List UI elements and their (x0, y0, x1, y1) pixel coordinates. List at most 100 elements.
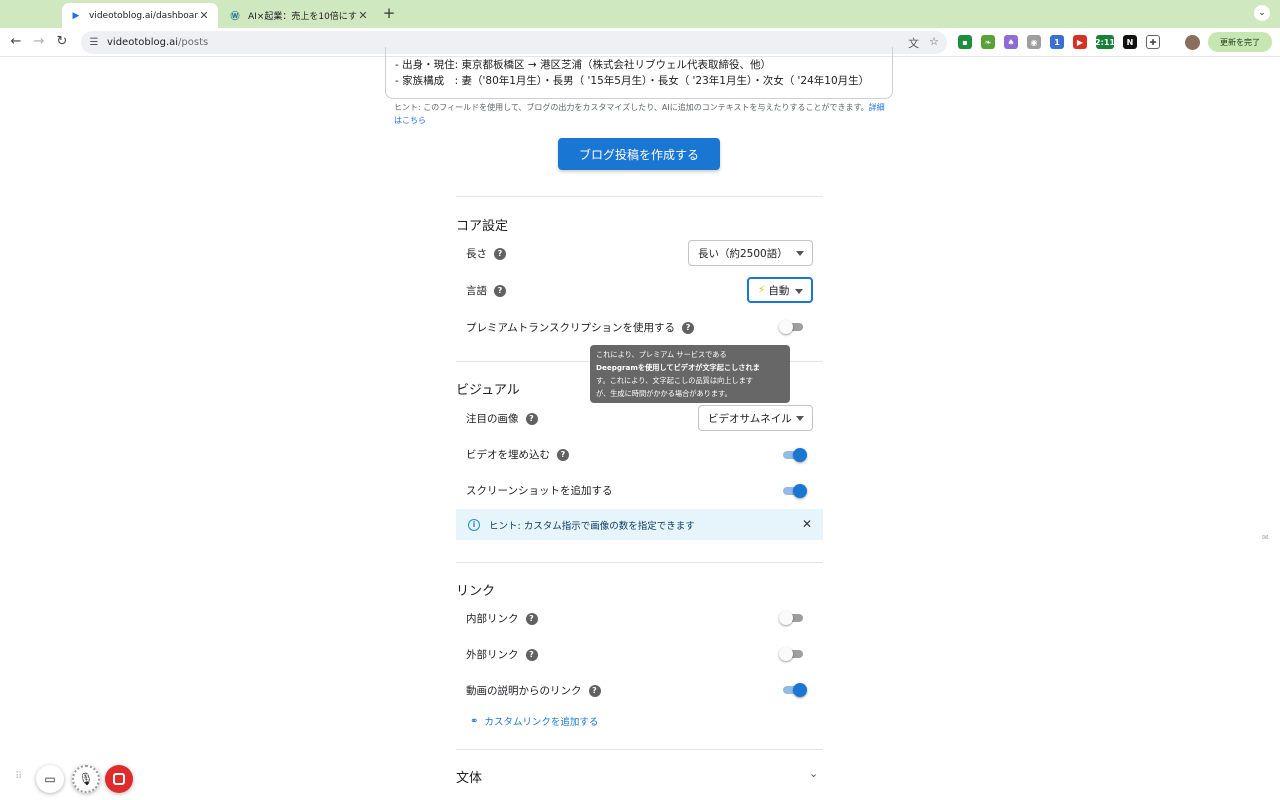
language-label: 言語 (466, 285, 487, 297)
help-icon[interactable]: ? (525, 412, 538, 425)
featured-image-row: 注目の画像 ? (466, 411, 538, 426)
sheets-extension-icon[interactable]: ▪ (958, 35, 972, 49)
description-links-toggle[interactable] (781, 682, 807, 698)
dropdown-caret-icon (796, 251, 804, 256)
featured-image-select[interactable]: ビデオサムネイル (698, 405, 813, 431)
camera-extension-icon[interactable]: ◉ (1027, 35, 1041, 49)
embed-video-toggle[interactable] (781, 447, 807, 463)
premium-transcription-toggle[interactable] (779, 319, 805, 335)
description-links-label: 動画の説明からのリンク (466, 685, 582, 697)
help-icon[interactable]: ? (588, 684, 601, 697)
tab-title: videotoblog.ai/dashboard (89, 10, 198, 21)
section-divider (456, 562, 823, 563)
page-content: - 出身・現住: 東京都板橋区 → 港区芝浦（株式会社リブウェル代表取締役、他）… (0, 47, 1280, 800)
stop-icon (113, 773, 125, 785)
context-hint: ヒント: このフィールドを使用して、ブログの出力をカスタマイズしたり、AIに追加… (394, 103, 885, 125)
length-label: 長さ (466, 248, 487, 260)
add-screenshots-toggle[interactable] (781, 483, 807, 499)
site-settings-icon[interactable]: ☰ (87, 37, 101, 48)
tab-close-icon[interactable]: ✕ (198, 9, 210, 22)
notion-extension-icon[interactable]: N (1123, 35, 1137, 49)
external-links-toggle[interactable] (779, 646, 805, 662)
microphone-toggle-button[interactable]: 🎙 (72, 765, 100, 793)
context-line-1: - 出身・現住: 東京都板橋区 → 港区芝浦（株式会社リブウェル代表取締役、他） (395, 59, 771, 71)
add-screenshots-row: スクリーンショットを追加する (466, 483, 612, 498)
internal-links-toggle[interactable] (779, 610, 805, 626)
add-custom-link-button[interactable]: ⚭ カスタムリンクを追加する (470, 714, 598, 729)
core-settings-title: コア設定 (456, 219, 509, 234)
leaf-extension-icon[interactable]: ❧ (981, 35, 995, 49)
premium-transcription-tooltip: これにより、プレミアム サービスである Deepgramを使用してビデオが文字起… (590, 345, 790, 403)
translate-icon[interactable]: 文 (908, 35, 919, 51)
lightning-icon: ⚡ (758, 284, 766, 296)
videotoblog-favicon-icon: ▶ (72, 10, 80, 21)
chevron-down-icon[interactable]: ⌄ (809, 767, 818, 780)
ranking-extension-icon[interactable]: 1 (1050, 35, 1064, 49)
premium-transcription-row: プレミアムトランスクリプションを使用する ? (466, 320, 695, 335)
create-blog-post-button[interactable]: ブログ投稿を作成する (558, 138, 720, 170)
dropdown-caret-icon (796, 416, 804, 421)
custom-context-textarea[interactable]: - 出身・現住: 東京都板橋区 → 港区芝浦（株式会社リブウェル代表取締役、他）… (385, 47, 893, 99)
forward-arrow-icon[interactable]: → (31, 34, 47, 50)
side-panel-handle-icon[interactable]: ✉ (1262, 533, 1274, 545)
url-text: videotoblog.ai/posts (107, 37, 209, 48)
new-tab-plus-icon[interactable]: + (381, 5, 397, 21)
link-icon: ⚭ (470, 715, 479, 727)
internal-links-label: 内部リンク (466, 613, 519, 625)
update-browser-button[interactable]: 更新を完了 (1208, 32, 1272, 52)
puzzle-extensions-icon[interactable]: ✚ (1146, 35, 1160, 49)
language-select[interactable]: ⚡ 自動 (747, 277, 813, 303)
help-icon[interactable]: ? (525, 648, 538, 661)
visual-section-title: ビジュアル (456, 383, 520, 398)
camera-toggle-button[interactable]: ▭ (36, 765, 64, 793)
help-icon[interactable]: ? (525, 612, 538, 625)
featured-image-select-value: ビデオサムネイル (708, 412, 792, 425)
wordpress-favicon-icon: Ⓦ (230, 12, 240, 22)
image-count-hint-alert: i ヒント: カスタム指示で画像の数を指定できます ✕ (456, 509, 823, 540)
internal-links-row: 内部リンク ? (466, 611, 538, 626)
tab-strip: ▶ videotoblog.ai/dashboard ✕ Ⓦ AI×起業：売上を… (0, 0, 1280, 28)
length-row: 長さ ? (466, 246, 506, 261)
description-links-row: 動画の説明からのリンク ? (466, 683, 601, 698)
context-line-2: - 家族構成 : 妻（'80年1月生）・長男（ '15年5月生）・長女（ '23… (395, 75, 870, 87)
external-links-label: 外部リンク (466, 649, 519, 661)
close-icon[interactable]: ✕ (802, 517, 812, 531)
tab-title: AI×起業：売上を10倍にするチ… (248, 12, 357, 22)
language-select-value: 自動 (768, 284, 790, 297)
stop-recording-button[interactable] (105, 765, 133, 793)
embed-video-label: ビデオを埋め込む (466, 449, 550, 461)
dropdown-caret-icon (795, 289, 803, 294)
length-select[interactable]: 長い（約2500語） (688, 240, 813, 266)
tab-close-icon[interactable]: ✕ (357, 9, 369, 22)
help-icon[interactable]: ? (494, 284, 506, 297)
help-icon[interactable]: ? (494, 247, 506, 260)
help-icon[interactable]: ? (682, 321, 695, 334)
bookmark-star-icon[interactable]: ☆ (929, 35, 939, 51)
extensions-bar: ▪ ❧ ♠ ◉ 1 ▶ 2:11 N ✚ (958, 35, 1160, 49)
info-icon: i (468, 518, 480, 531)
feather-extension-icon[interactable]: ♠ (1004, 35, 1018, 49)
image-count-hint-text: ヒント: カスタム指示で画像の数を指定できます (489, 520, 695, 532)
youtube-extension-icon[interactable]: ▶ (1073, 35, 1087, 49)
tab-search-chevron-icon[interactable]: ⌄ (1254, 5, 1270, 21)
tab-videotoblog-dashboard[interactable]: ▶ videotoblog.ai/dashboard ✕ (62, 3, 218, 28)
writing-style-section-title[interactable]: 文体 (456, 767, 482, 786)
timer-extension-icon[interactable]: 2:11 (1095, 35, 1115, 49)
section-divider (456, 196, 823, 197)
external-links-row: 外部リンク ? (466, 647, 538, 662)
add-screenshots-label: スクリーンショットを追加する (466, 485, 613, 497)
tab-ai-kigyo[interactable]: Ⓦ AI×起業：売上を10倍にするチ… ✕ (221, 3, 377, 28)
video-camera-icon: ▭ (44, 772, 56, 786)
section-divider (456, 749, 823, 750)
reload-icon[interactable]: ↻ (54, 34, 70, 50)
help-icon[interactable]: ? (557, 448, 569, 461)
drag-handle-icon[interactable]: ⠿ (15, 771, 25, 785)
profile-avatar[interactable] (1185, 35, 1200, 50)
premium-transcription-label: プレミアムトランスクリプションを使用する (466, 322, 676, 334)
microphone-icon: 🎙 (78, 772, 94, 786)
featured-image-label: 注目の画像 (466, 413, 519, 425)
back-arrow-icon[interactable]: ← (8, 34, 24, 50)
length-select-value: 長い（約2500語） (698, 247, 788, 260)
language-row: 言語 ? (466, 283, 506, 298)
embed-video-row: ビデオを埋め込む ? (466, 447, 569, 462)
